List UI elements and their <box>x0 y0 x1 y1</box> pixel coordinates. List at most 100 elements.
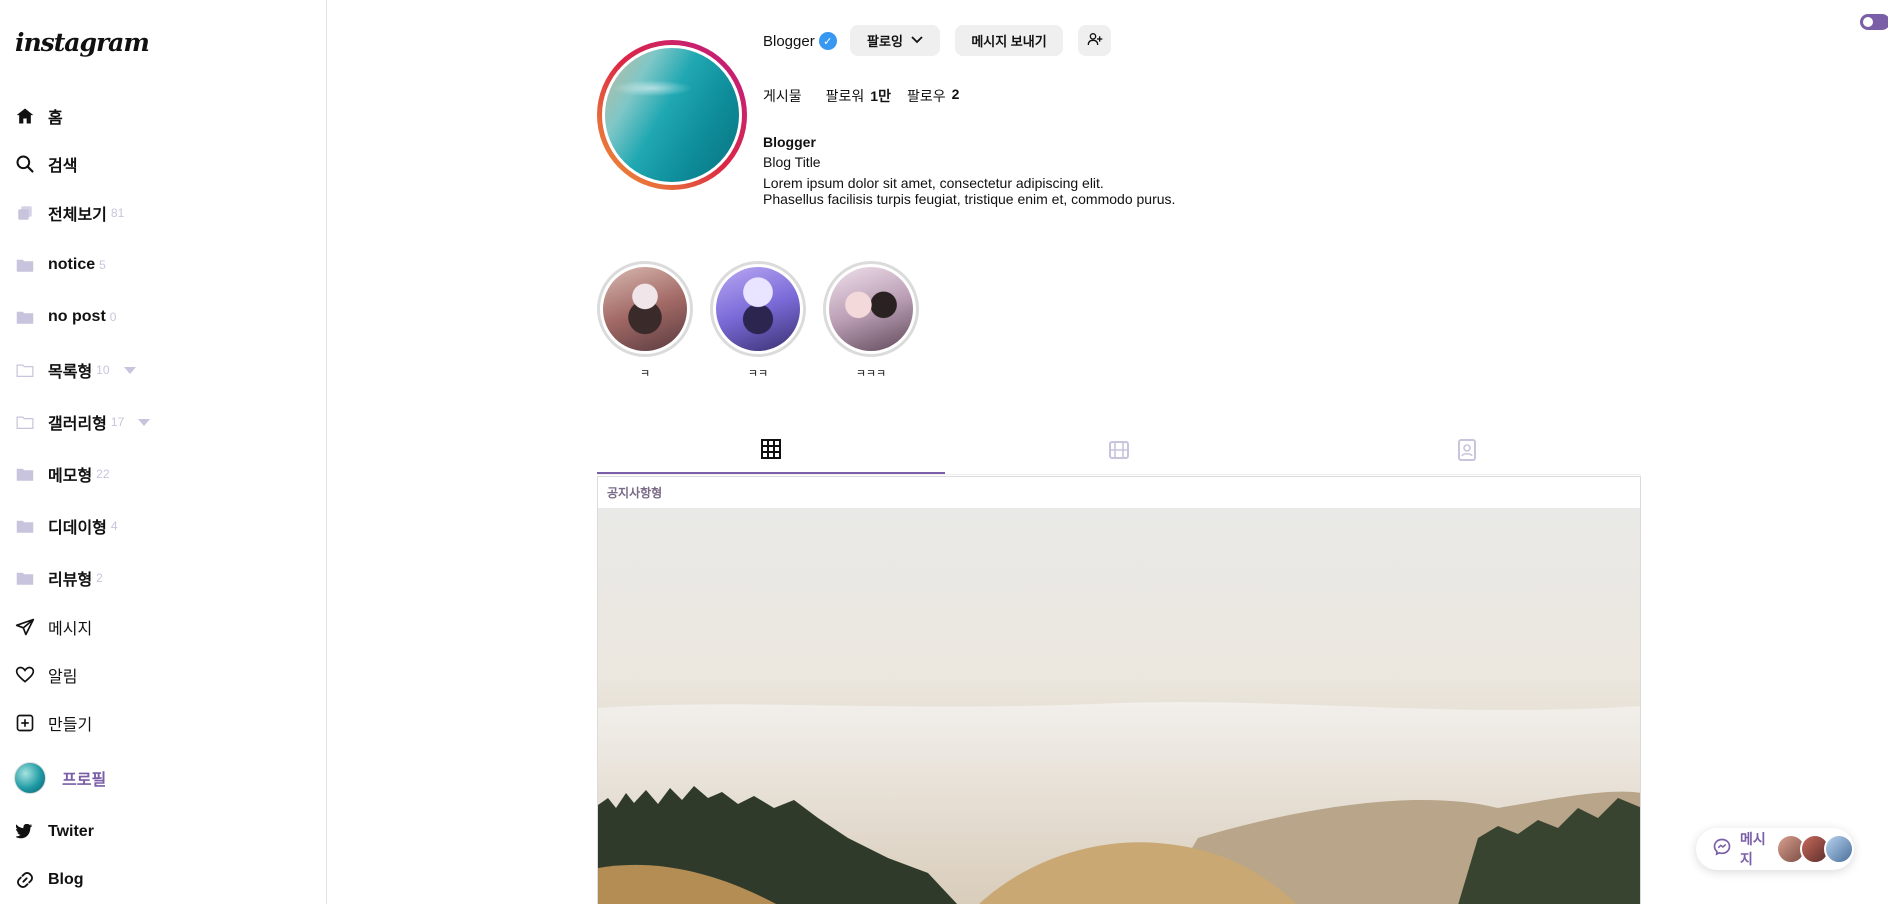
category-dday-type[interactable]: 디데이형 4 <box>14 514 118 538</box>
category-count: 10 <box>96 363 110 377</box>
post-card[interactable]: 공지사항형 <box>597 476 1641 904</box>
category-label: 목록형 <box>48 364 93 381</box>
send-message-button[interactable]: 메시지 보내기 <box>955 25 1063 56</box>
category-count: 4 <box>110 519 118 533</box>
highlight-ring[interactable] <box>597 261 693 357</box>
category-label: 갤러리형 <box>48 416 107 433</box>
folder-icon <box>14 254 36 276</box>
twitter-icon <box>14 821 36 843</box>
category-list-type[interactable]: 목록형 10 <box>14 358 136 382</box>
folder-icon <box>14 463 36 485</box>
plus-square-icon <box>14 712 36 734</box>
folder-icon <box>14 567 36 589</box>
category-label: 메모형 <box>48 468 93 485</box>
highlight-thumbnail <box>716 267 800 351</box>
category-count: 17 <box>110 415 125 429</box>
stack-icon <box>14 202 36 224</box>
posts-label: 게시물 <box>763 88 802 104</box>
bio-name: Blogger <box>763 134 816 150</box>
nav-create-label: 만들기 <box>48 717 93 734</box>
following-button[interactable]: 팔로잉 <box>850 25 940 56</box>
followers-count[interactable]: 1만 <box>870 86 891 106</box>
profile-tabs <box>597 430 1641 475</box>
nav-messages-label: 메시지 <box>48 621 93 638</box>
sidebar: instagram 홈 검색 전체보기 81 notice 5 no post … <box>0 0 327 904</box>
followers-label[interactable]: 팔로워 <box>826 86 865 106</box>
nav-profile-label: 프로필 <box>62 772 107 789</box>
profile-picture-ring[interactable] <box>597 40 747 190</box>
category-all[interactable]: 전체보기 81 <box>14 201 124 225</box>
username-text: Blogger <box>763 32 815 50</box>
folder-icon <box>14 515 36 537</box>
nav-profile[interactable]: 프로필 <box>14 762 106 794</box>
link-blog-label: Blog <box>48 871 84 888</box>
nav-home[interactable]: 홈 <box>14 104 63 128</box>
category-notice[interactable]: notice 5 <box>14 254 106 276</box>
chevron-down-icon[interactable] <box>123 366 136 374</box>
link-twitter[interactable]: Twiter <box>14 821 94 843</box>
folder-icon <box>14 306 36 328</box>
message-bubble-icon <box>1712 837 1732 862</box>
nav-home-label: 홈 <box>48 110 63 127</box>
tab-reels[interactable] <box>945 430 1293 474</box>
category-label: 디데이형 <box>48 520 107 537</box>
following-label[interactable]: 팔로우 <box>907 86 946 106</box>
nav-create[interactable]: 만들기 <box>14 711 92 735</box>
post-image[interactable] <box>598 508 1640 904</box>
highlight-ring[interactable] <box>823 261 919 357</box>
category-review-type[interactable]: 리뷰형 2 <box>14 566 103 590</box>
add-user-icon <box>1087 31 1103 50</box>
send-message-label: 메시지 보내기 <box>971 34 1047 49</box>
category-count: 81 <box>110 206 125 220</box>
highlight-ring[interactable] <box>710 261 806 357</box>
category-no-post[interactable]: no post 0 <box>14 306 116 328</box>
profile-stats: 게시물 팔로워 1만 팔로우 2 <box>763 86 975 106</box>
link-icon <box>14 869 36 891</box>
story-highlight[interactable]: ㅋ <box>597 261 693 381</box>
following-button-label: 팔로잉 <box>867 34 903 49</box>
nav-search[interactable]: 검색 <box>14 152 77 176</box>
tab-posts-grid[interactable] <box>597 430 945 474</box>
category-label: 전체보기 <box>48 207 107 224</box>
bio-line: Lorem ipsum dolor sit amet, consectetur … <box>763 175 1104 191</box>
bio-line: Phasellus facilisis turpis feugiat, tris… <box>763 191 1176 207</box>
link-blog[interactable]: Blog <box>14 869 84 891</box>
chevron-down-icon <box>911 35 923 47</box>
messages-pill-label: 메시지 <box>1740 831 1766 867</box>
category-gallery-type[interactable]: 갤러리형 17 <box>14 410 151 434</box>
messages-pill[interactable]: 메시지 <box>1696 828 1854 870</box>
link-twitter-label: Twiter <box>48 823 94 840</box>
instagram-logo[interactable]: instagram <box>15 28 150 57</box>
avatar <box>14 762 46 794</box>
category-label: 리뷰형 <box>48 572 93 589</box>
bio-description: Lorem ipsum dolor sit amet, consectetur … <box>763 175 1283 207</box>
chevron-down-icon[interactable] <box>138 418 151 426</box>
category-label: no post <box>48 308 106 325</box>
heart-icon <box>14 664 36 686</box>
following-count[interactable]: 2 <box>952 86 960 106</box>
folder-outline-icon <box>14 359 36 381</box>
highlight-label: ㅋ <box>639 368 651 380</box>
home-icon <box>14 105 36 127</box>
grid-icon <box>761 438 781 464</box>
send-icon <box>14 616 36 638</box>
category-memo-type[interactable]: 메모형 22 <box>14 462 110 486</box>
category-count: 5 <box>99 258 106 272</box>
story-highlight[interactable]: ㅋㅋㅋ <box>823 261 919 381</box>
profile-picture <box>602 45 742 185</box>
highlight-thumbnail <box>603 267 687 351</box>
theme-toggle[interactable] <box>1860 14 1888 30</box>
search-icon <box>14 153 36 175</box>
category-count: 22 <box>96 467 110 481</box>
nav-notifications[interactable]: 알림 <box>14 663 77 687</box>
nav-search-label: 검색 <box>48 158 78 175</box>
category-count: 0 <box>109 310 117 324</box>
nav-notifications-label: 알림 <box>48 669 78 686</box>
verified-badge-icon: ✓ <box>818 32 837 50</box>
nav-messages[interactable]: 메시지 <box>14 615 92 639</box>
film-icon <box>1109 440 1129 465</box>
tab-tagged[interactable] <box>1293 430 1641 474</box>
add-user-button[interactable] <box>1078 25 1111 56</box>
story-highlight[interactable]: ㅋㅋ <box>710 261 806 381</box>
post-category-label[interactable]: 공지사항형 <box>598 477 1640 509</box>
